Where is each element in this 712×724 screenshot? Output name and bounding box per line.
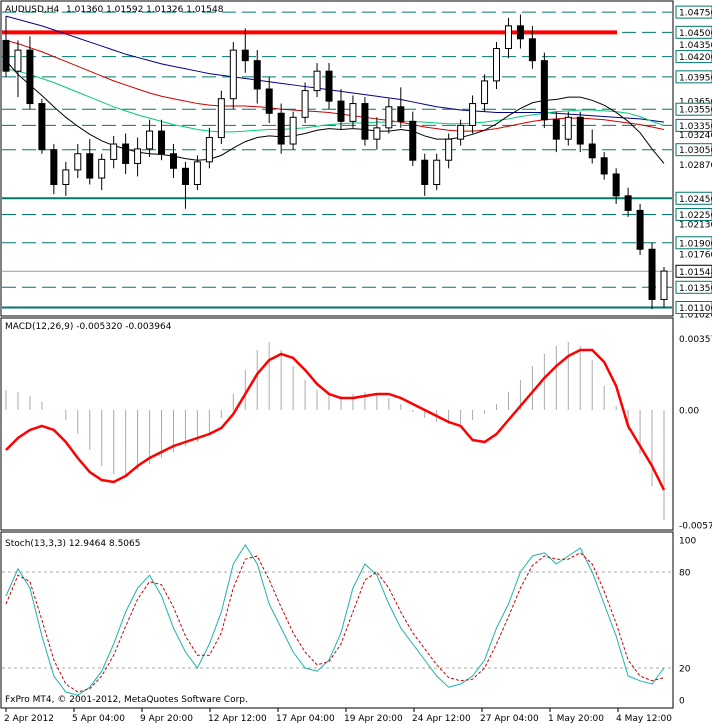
candle-body-up (74, 153, 82, 171)
macd-tick-label: -0.00574 (679, 521, 712, 531)
time-label: 12 Apr 12:00 (208, 714, 267, 724)
candle-body-up (373, 127, 381, 140)
price-tick-label: 1.01900 (679, 239, 712, 249)
candle-body-up (433, 159, 441, 185)
candle-body-down (241, 49, 249, 62)
ohlc-header: 1.01360 1.01592 1.01326 1.01548 (66, 5, 224, 15)
price-tick-label: 1.02450 (679, 195, 712, 205)
candle-body-down (540, 60, 548, 121)
candle-body-up (385, 106, 393, 129)
macd-tick-label: 0.00 (679, 407, 699, 417)
candle-body-up (110, 143, 118, 160)
stoch-tick-label: 100 (679, 537, 696, 547)
candle-body-down (277, 112, 285, 145)
price-tick-label: 1.03950 (679, 73, 712, 83)
price-header: AUDUSD,H4 (5, 5, 60, 15)
time-label: 2 Apr 2012 (4, 714, 54, 724)
candle-body-up (98, 158, 106, 179)
price-tick-label: 1.02250 (679, 211, 712, 221)
candle-body-down (86, 153, 94, 179)
time-label: 4 May 12:00 (616, 714, 672, 724)
time-label: 24 Apr 12:00 (412, 714, 471, 724)
time-axis: 2 Apr 2012 5 Apr 04:00 9 Apr 20:00 12 Apr 1… (4, 708, 672, 724)
candle-body-up (289, 116, 297, 145)
candle-body-up (481, 80, 489, 105)
candle-body-down (648, 248, 656, 300)
candle-body-up (469, 103, 477, 126)
candle-body-down (169, 153, 177, 169)
candle-body-up (205, 137, 213, 163)
candle-body-up (146, 130, 154, 150)
candle-body-up (457, 124, 465, 140)
price-tick-label: 1.02870 (679, 161, 712, 171)
candle-body-down (2, 39, 10, 72)
candle-body-down (576, 116, 584, 145)
price-tick-label: 1.03050 (679, 146, 712, 156)
stoch-panel-frame (0, 531, 674, 709)
candle-body-down (26, 49, 34, 105)
macd-tick-label: 0.00357 (679, 335, 712, 345)
price-tick-label: 1.03550 (679, 106, 712, 116)
candle-body-down (409, 120, 417, 161)
time-label: 5 Apr 04:00 (72, 714, 125, 724)
candle-body-up (14, 49, 22, 72)
price-tick-label: 1.01100 (679, 304, 712, 314)
time-label: 9 Apr 20:00 (140, 714, 193, 724)
stoch-tick-label: 0 (679, 697, 685, 707)
time-label: 27 Apr 04:00 (480, 714, 539, 724)
candle-body-up (445, 138, 453, 161)
candle-body-up (229, 49, 237, 100)
price-tick-label: 1.02130 (679, 221, 712, 231)
candle-body-down (552, 119, 560, 140)
candle-body-up (313, 70, 321, 92)
footer-copyright: FxPro MT4, © 2001-2012, MetaQuotes Softw… (5, 695, 248, 705)
candle-body-up (301, 90, 309, 118)
candle-body-down (337, 100, 345, 122)
candle-body-down (612, 173, 620, 197)
price-tick-label: 1.04350 (679, 41, 712, 51)
price-tick-label: 1.04750 (679, 9, 712, 19)
candle-body-down (38, 103, 46, 151)
candle-body-down (624, 195, 632, 211)
price-tick-label: 1.01760 (679, 251, 712, 261)
candle-body-down (181, 167, 189, 185)
candle-body-down (397, 106, 405, 122)
candle-body-down (600, 157, 608, 175)
candle-body-up (564, 116, 572, 140)
candle-body-up (134, 148, 142, 164)
candle-body-down (516, 25, 524, 40)
candle-body-up (62, 169, 70, 185)
candle-body-down (253, 60, 261, 90)
candle-body-up (217, 98, 225, 139)
price-tick-label: 1.01548 (679, 268, 712, 278)
candle-body-down (528, 38, 536, 62)
candle-body-down (50, 149, 58, 185)
candle-body-up (660, 270, 668, 300)
candle-body-down (588, 143, 596, 159)
price-tick-label: 1.04200 (679, 53, 712, 63)
candle-body-up (504, 25, 512, 50)
candle-body-down (361, 103, 369, 140)
candle-body-down (636, 209, 644, 250)
stoch-tick-label: 80 (679, 569, 691, 579)
candle-body-down (158, 130, 166, 155)
time-label: 17 Apr 04:00 (276, 714, 335, 724)
stoch-tick-label: 20 (679, 665, 691, 675)
candle-body-down (421, 159, 429, 185)
candle-body-up (349, 103, 357, 122)
stoch-label: Stoch(13,3,3) 12.9464 8.5065 (5, 539, 140, 549)
price-tick-label: 1.03240 (679, 131, 712, 141)
price-tick-label: 1.01350 (679, 284, 712, 294)
candle-body-down (122, 143, 130, 164)
time-label: 19 Apr 20:00 (344, 714, 403, 724)
candle-body-down (325, 70, 333, 102)
chart: 1.047501.045001.043501.042001.039501.036… (0, 0, 712, 724)
time-label: 1 May 20:00 (548, 714, 604, 724)
candle-body-up (193, 161, 201, 185)
macd-label: MACD(12,26,9) -0.005320 -0.003964 (5, 322, 172, 332)
price-tick-label: 1.04500 (679, 29, 712, 39)
candle-body-down (265, 88, 273, 114)
candle-body-up (493, 48, 501, 82)
